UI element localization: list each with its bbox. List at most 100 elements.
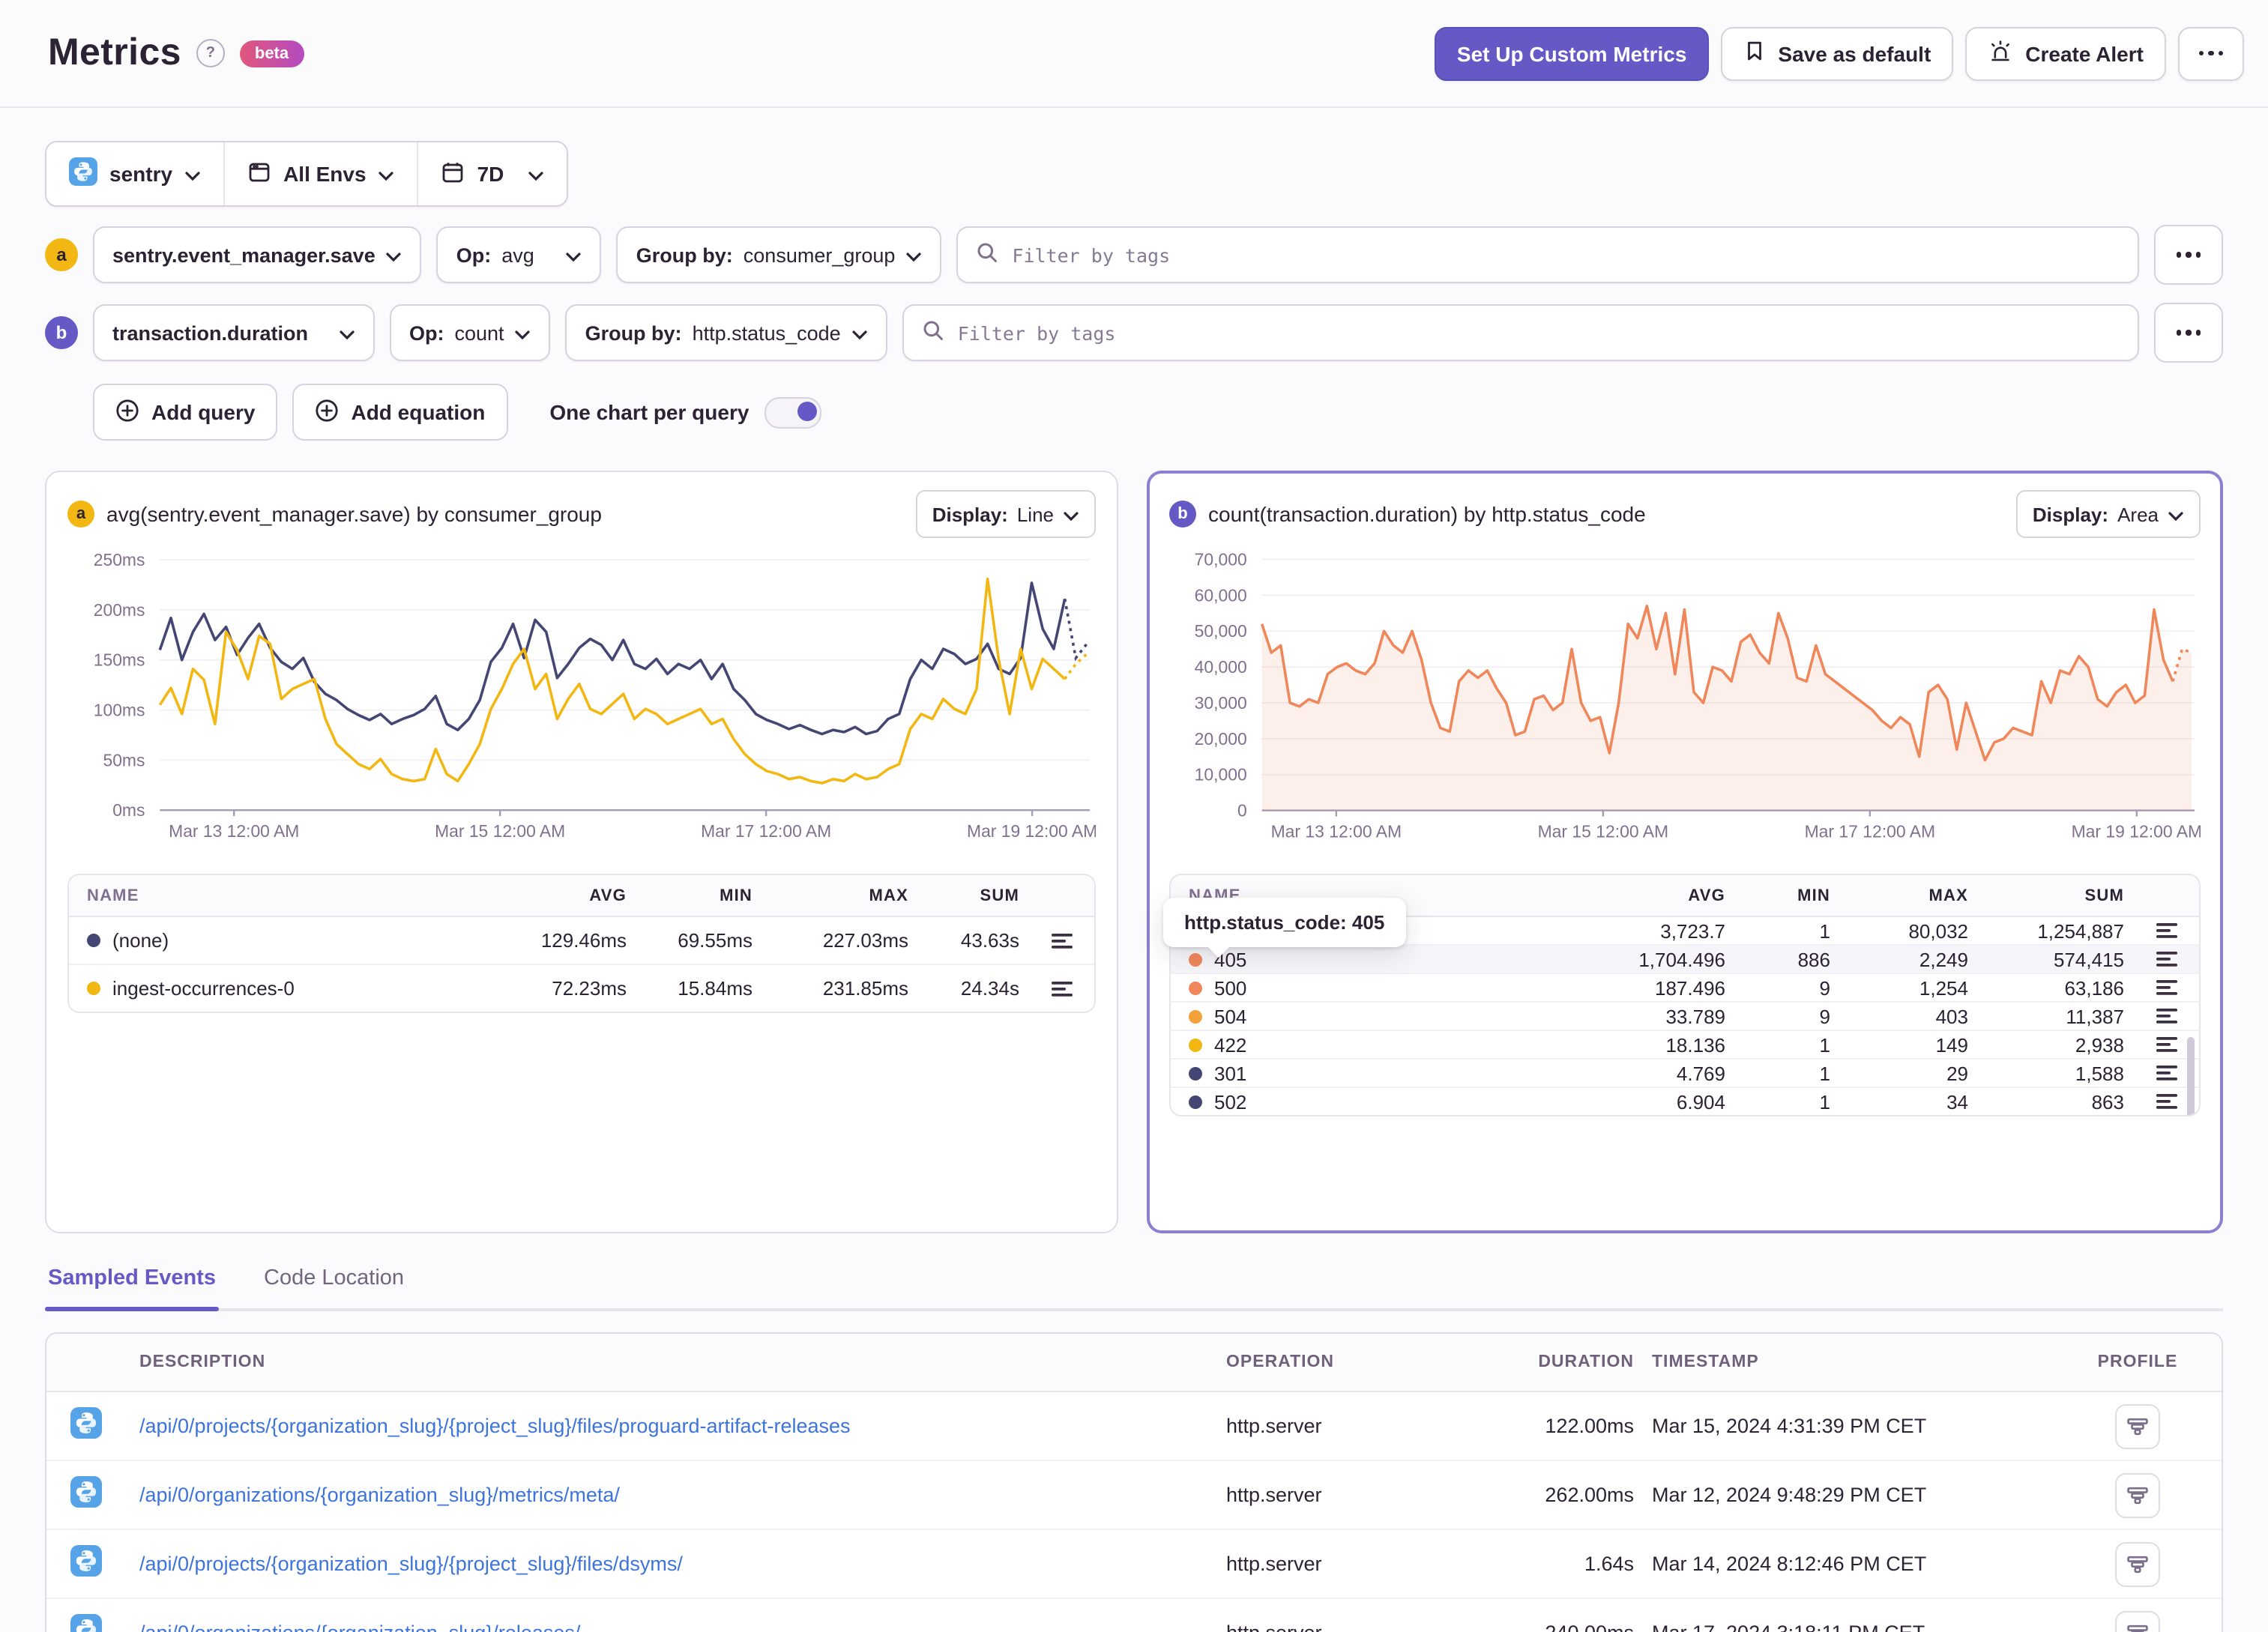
date-range-selector[interactable]: 7D bbox=[417, 142, 567, 205]
series-min: 1 bbox=[1819, 1033, 1830, 1056]
series-avg: 4.769 bbox=[1676, 1062, 1725, 1084]
bookmark-icon bbox=[1743, 39, 1766, 67]
chevron-down-icon bbox=[566, 244, 582, 266]
table-row[interactable]: (none) 129.46ms 69.55ms 227.03ms 43.63s bbox=[69, 917, 1094, 964]
series-sum: 574,415 bbox=[2054, 948, 2124, 970]
event-timestamp: Mar 17, 2024 3:18:11 PM CET bbox=[1652, 1622, 2060, 1632]
op-select-b[interactable]: Op: count bbox=[390, 304, 551, 361]
table-row[interactable]: 502 6.904 1 34 863 bbox=[1171, 1087, 2199, 1115]
event-operation: http.server bbox=[1226, 1622, 1451, 1632]
bottom-tabs: Sampled Events Code Location bbox=[45, 1260, 2223, 1311]
query-row-b: b transaction.duration Op: count Group b… bbox=[45, 303, 2223, 363]
profile-button[interactable] bbox=[2115, 1472, 2160, 1517]
row-menu-icon[interactable] bbox=[2153, 1003, 2181, 1030]
tag-filter-a[interactable] bbox=[956, 226, 2139, 283]
op-select-a[interactable]: Op: avg bbox=[436, 226, 602, 283]
svg-text:0: 0 bbox=[1237, 801, 1247, 820]
event-description-link[interactable]: /api/0/projects/{organization_slug}/{pro… bbox=[139, 1553, 1208, 1575]
table-row[interactable]: 504 33.789 9 403 11,387 bbox=[1171, 1001, 2199, 1030]
help-icon[interactable]: ? bbox=[196, 39, 225, 67]
row-menu-icon[interactable] bbox=[1048, 975, 1076, 1002]
series-max: 2,249 bbox=[1919, 948, 1968, 970]
query-row-a: a sentry.event_manager.save Op: avg Grou… bbox=[45, 225, 2223, 285]
svg-text:Mar 13 12:00 AM: Mar 13 12:00 AM bbox=[169, 821, 299, 841]
table-row[interactable]: 500 187.496 9 1,254 63,186 bbox=[1171, 973, 2199, 1001]
ellipsis-icon bbox=[2176, 252, 2201, 258]
table-row[interactable]: ingest-occurrences-0 72.23ms 15.84ms 231.85… bbox=[69, 964, 1094, 1012]
svg-text:0ms: 0ms bbox=[112, 800, 145, 820]
row-menu-icon[interactable] bbox=[2153, 917, 2181, 944]
groupby-label: Group by: bbox=[585, 321, 682, 344]
tag-filter-input-b[interactable] bbox=[954, 320, 2120, 345]
display-select-a[interactable]: Display: Line bbox=[915, 490, 1096, 538]
tab-code-location[interactable]: Code Location bbox=[261, 1260, 407, 1308]
add-equation-button[interactable]: Add equation bbox=[292, 384, 508, 441]
create-alert-label: Create Alert bbox=[2025, 41, 2144, 65]
query-options-a[interactable] bbox=[2154, 225, 2223, 285]
project-selector[interactable]: sentry bbox=[46, 142, 223, 205]
table-row[interactable]: 301 4.769 1 29 1,588 bbox=[1171, 1058, 2199, 1087]
svg-text:Mar 13 12:00 AM: Mar 13 12:00 AM bbox=[1271, 821, 1402, 841]
row-menu-icon[interactable] bbox=[2153, 1088, 2181, 1115]
series-name: 500 bbox=[1189, 976, 1548, 999]
event-duration: 122.00ms bbox=[1545, 1415, 1634, 1437]
save-as-default-button[interactable]: Save as default bbox=[1721, 26, 1954, 80]
row-menu-icon[interactable] bbox=[2153, 1031, 2181, 1058]
op-value-b: count bbox=[454, 321, 504, 344]
create-alert-button[interactable]: Create Alert bbox=[1965, 26, 2166, 80]
event-timestamp: Mar 14, 2024 8:12:46 PM CET bbox=[1652, 1553, 1927, 1575]
series-color-dot bbox=[87, 934, 100, 947]
python-platform-icon bbox=[70, 1613, 121, 1632]
query-badge-a: a bbox=[45, 238, 78, 271]
series-min: 1 bbox=[1819, 1090, 1830, 1113]
table-row[interactable]: 405 1,704.496 886 2,249 574,415 bbox=[1171, 944, 2199, 973]
series-sum: 63,186 bbox=[2064, 976, 2124, 999]
event-duration: 262.00ms bbox=[1545, 1484, 1634, 1506]
chart-panel-a[interactable]: a avg(sentry.event_manager.save) by cons… bbox=[45, 471, 1118, 1233]
area-chart[interactable]: 0 10,000 20,000 30,000 40,000 50,000 60,000 70,… bbox=[1169, 544, 2201, 862]
scrollbar-thumb[interactable] bbox=[2187, 1037, 2195, 1115]
profile-button[interactable] bbox=[2115, 1403, 2160, 1448]
row-menu-icon[interactable] bbox=[1048, 927, 1076, 954]
more-options-button[interactable] bbox=[2178, 26, 2244, 80]
series-sum: 24.34s bbox=[960, 977, 1019, 1000]
series-avg: 18.136 bbox=[1665, 1033, 1725, 1056]
chart-header-b: b count(transaction.duration) by http.st… bbox=[1169, 490, 2201, 538]
line-chart[interactable]: 0ms 50ms 100ms 150ms 200ms 250ms Mar 13 12:00 … bbox=[67, 544, 1096, 862]
query-options-b[interactable] bbox=[2154, 303, 2223, 363]
tag-filter-input-a[interactable] bbox=[1009, 242, 2120, 268]
chevron-down-icon bbox=[2168, 503, 2184, 525]
profile-button[interactable] bbox=[2115, 1610, 2160, 1632]
environment-selector[interactable]: All Envs bbox=[223, 142, 417, 205]
add-query-button[interactable]: Add query bbox=[93, 384, 278, 441]
python-project-icon bbox=[69, 157, 97, 190]
query-badge-b: b bbox=[45, 316, 78, 349]
series-max: 227.03ms bbox=[822, 929, 908, 952]
groupby-select-a[interactable]: Group by: consumer_group bbox=[616, 226, 942, 283]
python-platform-icon bbox=[70, 1406, 121, 1445]
one-chart-per-query-toggle[interactable] bbox=[764, 396, 821, 428]
chevron-down-icon bbox=[386, 244, 402, 266]
series-color-dot bbox=[1189, 1095, 1202, 1108]
row-menu-icon[interactable] bbox=[2153, 974, 2181, 1001]
chart-panel-b[interactable]: b count(transaction.duration) by http.st… bbox=[1147, 471, 2223, 1233]
row-menu-icon[interactable] bbox=[2153, 1060, 2181, 1087]
setup-custom-metrics-button[interactable]: Set Up Custom Metrics bbox=[1434, 26, 1710, 80]
event-description-link[interactable]: /api/0/organizations/{organization_slug}… bbox=[139, 1484, 1208, 1506]
series-avg: 6.904 bbox=[1676, 1090, 1725, 1113]
topbar-actions: Set Up Custom Metrics Save as default Cr… bbox=[1434, 26, 2244, 80]
calendar-icon bbox=[441, 160, 465, 188]
row-menu-icon[interactable] bbox=[2153, 946, 2181, 973]
profile-button[interactable] bbox=[2115, 1541, 2160, 1586]
tag-filter-b[interactable] bbox=[902, 304, 2139, 361]
table-row[interactable]: 422 18.136 1 149 2,938 bbox=[1171, 1030, 2199, 1058]
event-description-link[interactable]: /api/0/organizations/{organization_slug}… bbox=[139, 1622, 1208, 1632]
display-select-b[interactable]: Display: Area bbox=[2015, 490, 2201, 538]
metric-select-b[interactable]: transaction.duration bbox=[93, 304, 375, 361]
metric-select-a[interactable]: sentry.event_manager.save bbox=[93, 226, 422, 283]
top-bar: Metrics ? beta Set Up Custom Metrics Sav… bbox=[0, 0, 2268, 108]
event-description-link[interactable]: /api/0/projects/{organization_slug}/{pro… bbox=[139, 1415, 1208, 1437]
tab-sampled-events[interactable]: Sampled Events bbox=[45, 1260, 220, 1311]
events-table-body: /api/0/projects/{organization_slug}/{pro… bbox=[46, 1392, 2222, 1632]
groupby-select-b[interactable]: Group by: http.status_code bbox=[565, 304, 887, 361]
